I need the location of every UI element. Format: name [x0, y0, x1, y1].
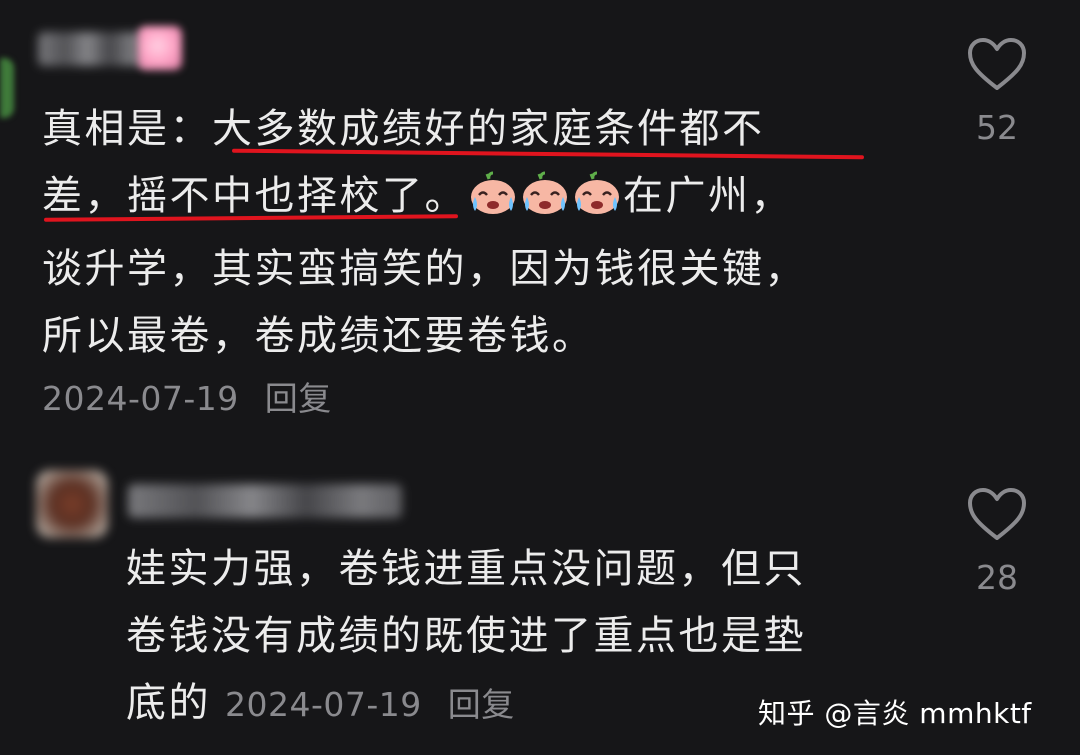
- crying-face-emoji: [467, 169, 519, 236]
- comment-text: 在广州，: [623, 173, 793, 219]
- comment-text-prefix: 真相是：: [42, 106, 212, 152]
- comment-1: 真相是：大多数成绩好的家庭条件都不 差，摇不中也择校了。 在广州， 谈升学，其实蛮…: [0, 0, 1080, 430]
- username-blurred[interactable]: [128, 484, 402, 518]
- avatar[interactable]: [138, 26, 182, 70]
- crying-face-emoji: [519, 169, 571, 236]
- comment-text: 底的: [126, 680, 211, 726]
- comment-text: 谈升学，其实蛮搞笑的，因为钱很关键，: [42, 246, 807, 292]
- heart-icon[interactable]: [952, 36, 1042, 92]
- comment-text: 卷钱没有成绩的既使进了重点也是垫: [126, 613, 806, 659]
- username-blurred[interactable]: [38, 32, 148, 66]
- comment-date: 2024-07-19: [225, 685, 422, 724]
- comment-2: 娃实力强，卷钱进重点没问题，但只 卷钱没有成绩的既使进了重点也是垫 底的 2024…: [0, 440, 1080, 755]
- watermark: 知乎 @言炎 mmhktf: [758, 697, 1032, 730]
- like-count: 28: [976, 558, 1018, 597]
- heart-icon[interactable]: [952, 486, 1042, 542]
- reply-button[interactable]: 回复: [448, 685, 515, 724]
- crying-face-emoji: [571, 169, 623, 236]
- like-count: 52: [976, 108, 1018, 147]
- comment-text: 娃实力强，卷钱进重点没问题，但只: [126, 546, 806, 592]
- comment-meta: 2024-07-19 回复: [225, 685, 515, 724]
- comment-date: 2024-07-19: [42, 379, 239, 418]
- reply-button[interactable]: 回复: [265, 379, 332, 418]
- comment-text: 所以最卷，卷成绩还要卷钱。: [42, 313, 595, 359]
- avatar[interactable]: [36, 470, 108, 538]
- like-control[interactable]: 28: [952, 486, 1042, 597]
- comment-text-highlight: 差，摇不中也择校了。: [42, 173, 467, 219]
- comment-meta: 2024-07-19 回复: [42, 372, 332, 420]
- like-control[interactable]: 52: [952, 36, 1042, 147]
- comment-body: 真相是：大多数成绩好的家庭条件都不 差，摇不中也择校了。 在广州， 谈升学，其实蛮…: [42, 96, 922, 370]
- comment-text-highlight: 大多数成绩好的家庭条件都不: [212, 106, 765, 152]
